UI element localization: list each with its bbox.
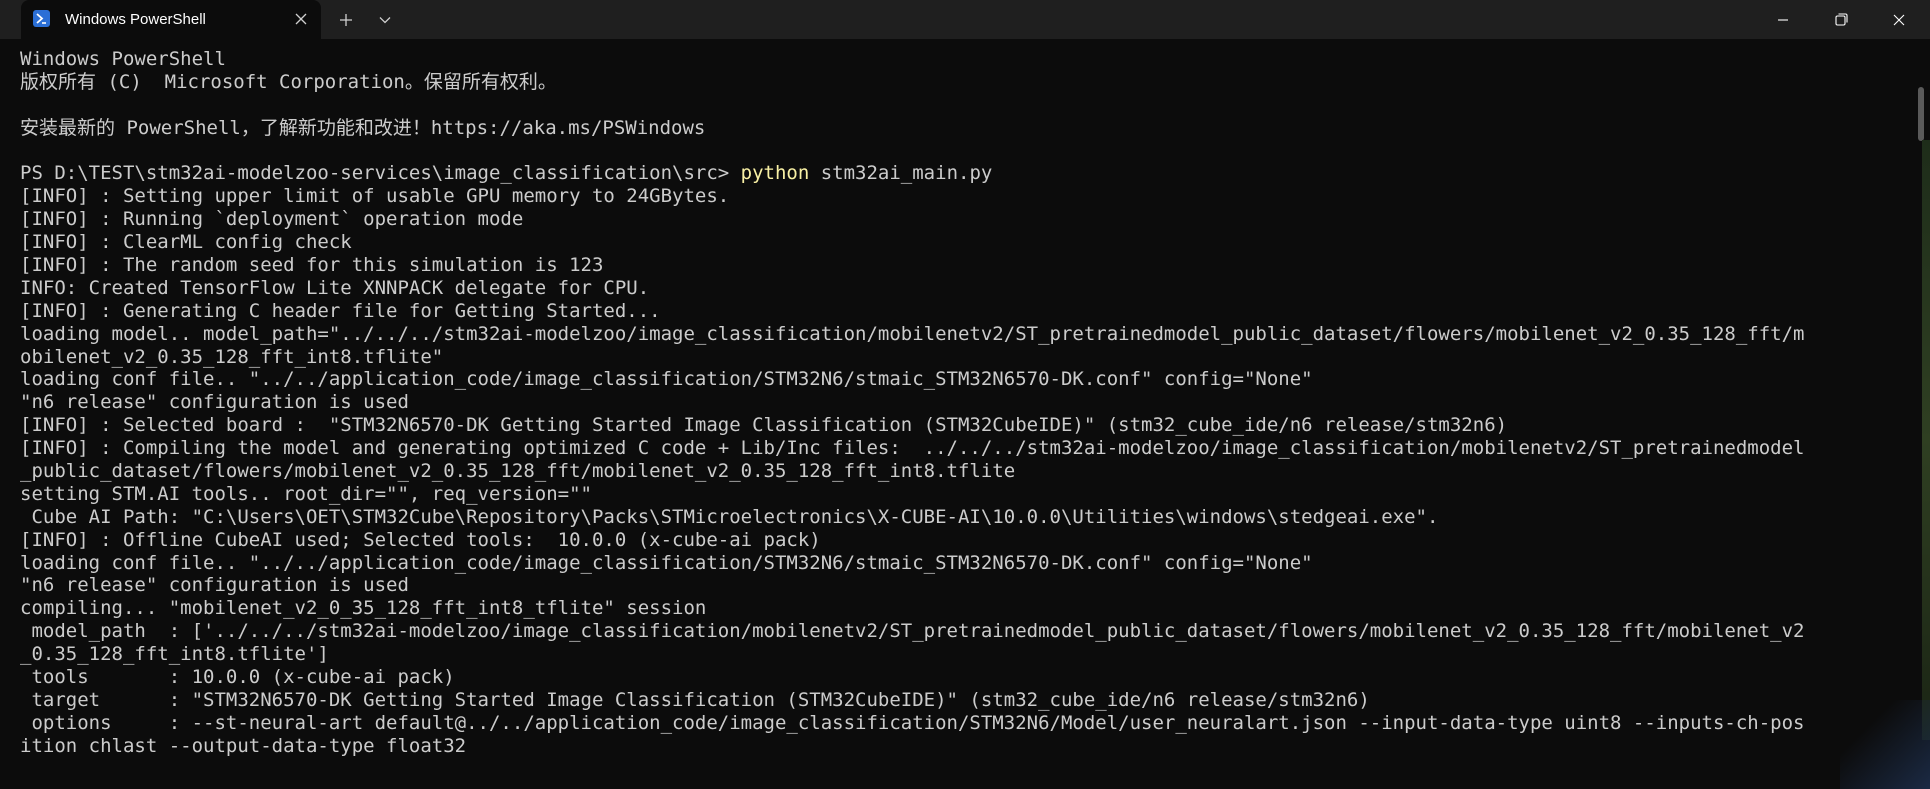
output-lines: Windows PowerShell 版权所有 (C) Microsoft Co… (20, 48, 1900, 758)
output-line: [INFO] : Setting upper limit of usable G… (20, 185, 730, 208)
output-line: Cube AI Path: "C:\Users\OET\STM32Cube\Re… (20, 505, 1439, 528)
output-line: loading conf file.. "../../application_c… (20, 551, 1313, 574)
command-line: PS D:\TEST\stm32ai-modelzoo-services\ima… (20, 162, 1900, 185)
output-line: [INFO] : Running `deployment` operation … (20, 208, 524, 231)
close-icon[interactable] (1876, 0, 1922, 39)
output-line: model_path : ['../../../stm32ai-modelzoo… (20, 620, 1805, 643)
tab-title: Windows PowerShell (65, 11, 206, 28)
prompt: PS D:\TEST\stm32ai-modelzoo-services\ima… (20, 162, 741, 185)
output-line: [INFO] : Compiling the model and generat… (20, 437, 1805, 460)
output-line: compiling... "mobilenet_v2_0_35_128_fft_… (20, 597, 707, 620)
output-line: ition chlast --output-data-type float32 (20, 734, 467, 757)
output-line: INFO: Created TensorFlow Lite XNNPACK de… (20, 276, 650, 299)
output-line: 版权所有 (C) Microsoft Corporation。保留所有权利。 (20, 70, 557, 93)
desktop-background-corner (1840, 700, 1930, 789)
terminal-window: Windows PowerShell Windows PowerShell 版权… (0, 0, 1930, 789)
output-line: target : "STM32N6570-DK Getting Started … (20, 688, 1370, 711)
output-line: setting STM.AI tools.. root_dir="", req_… (20, 482, 592, 505)
tab-windows-powershell[interactable]: Windows PowerShell (21, 0, 321, 39)
terminal-output[interactable]: Windows PowerShell 版权所有 (C) Microsoft Co… (0, 39, 1930, 789)
restore-icon[interactable] (1818, 0, 1864, 39)
output-line: 安装最新的 PowerShell，了解新功能和改进！https://aka.ms… (20, 116, 706, 139)
output-line: options : --st-neural-art default@../../… (20, 711, 1805, 734)
output-line: obilenet_v2_0.35_128_fft_int8.tflite" (20, 345, 444, 368)
output-line: "n6 release" configuration is used (20, 574, 409, 597)
output-line: [INFO] : Generating C header file for Ge… (20, 299, 661, 322)
plus-icon[interactable] (334, 8, 358, 32)
chevron-down-icon[interactable] (373, 8, 397, 32)
output-line: _0.35_128_fft_int8.tflite'] (20, 643, 329, 666)
output-line: Windows PowerShell (20, 48, 226, 70)
close-icon[interactable] (291, 9, 311, 29)
output-line: loading model.. model_path="../../../stm… (20, 322, 1805, 345)
command-args: stm32ai_main.py (809, 162, 993, 185)
minimize-icon[interactable] (1760, 0, 1806, 39)
output-line: [INFO] : The random seed for this simula… (20, 254, 604, 277)
command-name: python (740, 162, 810, 185)
output-line: tools : 10.0.0 (x-cube-ai pack) (20, 666, 455, 689)
output-line: [INFO] : Offline CubeAI used; Selected t… (20, 528, 821, 551)
output-line: loading conf file.. "../../application_c… (20, 368, 1313, 391)
output-line: "n6 release" configuration is used (20, 391, 409, 414)
output-line: _public_dataset/flowers/mobilenet_v2_0.3… (20, 460, 1016, 483)
powershell-icon (33, 10, 50, 27)
output-line: [INFO] : ClearML config check (20, 231, 352, 254)
title-bar: Windows PowerShell (0, 0, 1930, 39)
output-line: [INFO] : Selected board : "STM32N6570-DK… (20, 414, 1508, 437)
vertical-scrollbar[interactable] (1918, 87, 1924, 141)
desktop-background-edge (1922, 140, 1930, 740)
